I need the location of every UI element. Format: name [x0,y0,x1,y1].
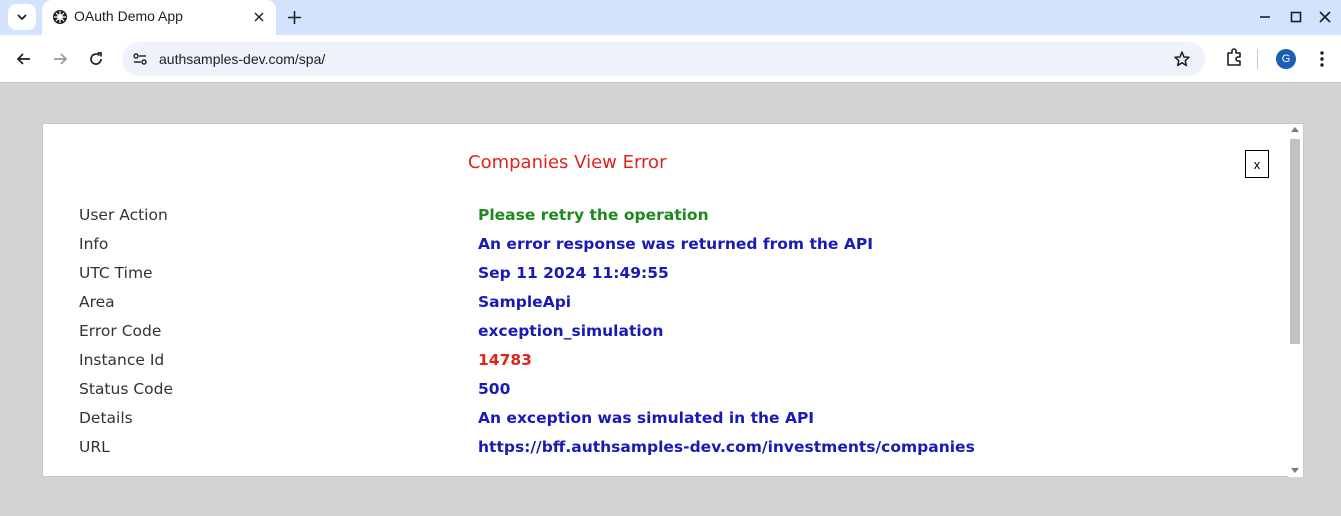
error-dialog: Companies View Error x User Action Pleas… [42,123,1304,477]
dialog-close-button[interactable]: x [1245,150,1269,178]
tab-search-icon [17,14,27,21]
field-value: An exception was simulated in the API [478,409,815,427]
minimize-button[interactable] [1256,8,1274,26]
browser-toolbar: authsamples-dev.com/spa/ G [0,35,1341,83]
address-bar[interactable]: authsamples-dev.com/spa/ [122,42,1205,76]
tab-title: OAuth Demo App [74,8,183,24]
field-label: Info [79,235,109,253]
tab-search-button[interactable] [8,4,36,30]
field-label: User Action [79,206,168,224]
new-tab-button[interactable] [283,6,305,28]
scroll-up-arrow-icon[interactable] [1291,127,1299,132]
field-value: Please retry the operation [478,206,709,224]
scroll-down-arrow-icon[interactable] [1291,468,1299,473]
plus-icon [287,10,301,24]
close-window-button[interactable] [1316,8,1334,26]
maximize-icon [1290,11,1302,23]
toolbar-divider [1257,49,1258,69]
error-row: URL https://bff.authsamples-dev.com/inve… [79,438,1279,458]
field-label: Instance Id [79,351,165,369]
field-value: SampleApi [478,293,572,311]
reload-button[interactable] [84,47,108,71]
tab-close-button[interactable] [251,9,267,25]
forward-arrow-icon [54,53,68,65]
url-text[interactable]: authsamples-dev.com/spa/ [159,51,325,67]
maximize-button[interactable] [1287,8,1305,26]
dialog-title: Companies View Error [468,152,667,173]
error-row: Status Code 500 [79,380,1279,400]
field-value: 14783 [478,351,532,369]
error-row: Area SampleApi [79,293,1279,313]
reload-icon [90,52,102,65]
field-value: 500 [478,380,511,398]
tab-oauth-demo[interactable]: OAuth Demo App [42,0,276,35]
forward-button[interactable] [48,47,72,71]
field-value: https://bff.authsamples-dev.com/investme… [478,438,975,456]
back-button[interactable] [12,47,36,71]
back-arrow-icon [16,53,30,65]
field-label: Details [79,409,133,427]
error-row: User Action Please retry the operation [79,206,1279,226]
field-label: URL [79,438,110,456]
scroll-thumb[interactable] [1290,139,1300,344]
star-icon[interactable] [1173,50,1191,68]
more-menu-button[interactable] [1312,48,1332,70]
error-row: Instance Id 14783 [79,351,1279,371]
app-favicon-icon [53,10,67,24]
field-value: An error response was returned from the … [478,235,873,253]
dialog-scrollbar[interactable] [1288,124,1303,477]
error-row: Details An exception was simulated in th… [79,409,1279,429]
minimize-icon [1260,16,1270,18]
page-content: Companies View Error x User Action Pleas… [0,84,1341,516]
field-value: Sep 11 2024 11:49:55 [478,264,669,282]
close-window-icon [1319,11,1331,23]
profile-avatar[interactable]: G [1276,49,1296,69]
tab-strip: OAuth Demo App [0,0,1341,35]
field-value: exception_simulation [478,322,664,340]
close-icon [254,12,264,22]
error-row: Info An error response was returned from… [79,235,1279,255]
extensions-icon[interactable] [1223,47,1245,69]
error-row: UTC Time Sep 11 2024 11:49:55 [79,264,1279,284]
field-label: Status Code [79,380,173,398]
field-label: Area [79,293,115,311]
site-info-icon[interactable] [132,51,148,67]
error-row: Error Code exception_simulation [79,322,1279,342]
field-label: Error Code [79,322,162,340]
field-label: UTC Time [79,264,153,282]
more-menu-icon [1320,51,1324,67]
